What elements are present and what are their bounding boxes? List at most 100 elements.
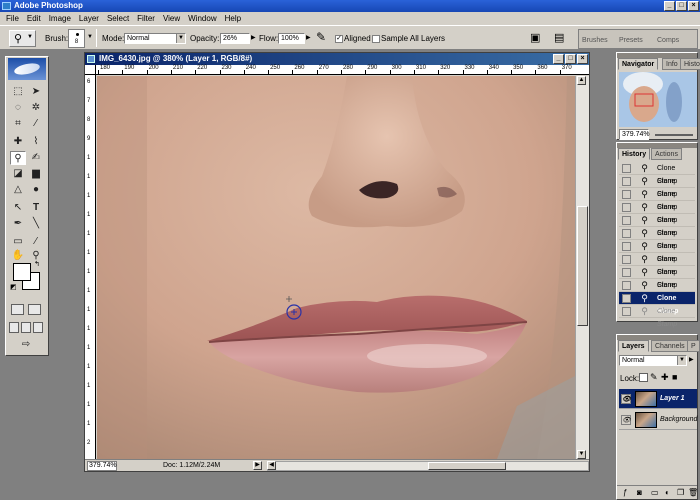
visibility-eye-icon[interactable]: 👁: [621, 415, 631, 425]
magic-wand-tool-icon[interactable]: ✲: [28, 101, 44, 115]
history-item[interactable]: ⚲Clone Stamp: [619, 253, 695, 276]
brush-dropdown-icon[interactable]: ▼: [87, 34, 93, 40]
dodge-tool-icon[interactable]: ●: [28, 183, 44, 197]
palette-well-tab-brushes[interactable]: Brushes: [582, 37, 608, 44]
healing-brush-tool-icon[interactable]: ✚: [10, 135, 26, 149]
hand-tool-icon[interactable]: ✋: [10, 249, 26, 263]
history-snapshot-checkbox[interactable]: [622, 255, 631, 264]
scroll-left-icon[interactable]: ◀: [267, 461, 276, 470]
tab-channels[interactable]: Channels: [651, 340, 689, 352]
adjustment-layer-icon[interactable]: ◐: [665, 488, 670, 497]
history-item[interactable]: ⚲Clone Stamp: [619, 162, 695, 185]
blend-mode-select[interactable]: Normal ▼: [619, 355, 687, 366]
history-item[interactable]: ⚲Clone Stamp: [619, 188, 695, 211]
scroll-up-icon[interactable]: ▲: [577, 76, 586, 85]
visibility-eye-icon[interactable]: 👁: [621, 394, 631, 404]
quick-mask-mode-icon[interactable]: [28, 304, 41, 315]
menu-edit[interactable]: Edit: [23, 12, 45, 25]
eraser-tool-icon[interactable]: ◪: [10, 167, 26, 181]
palette-well-tab-comps[interactable]: Comps: [657, 37, 679, 44]
tab-navigator[interactable]: Navigator: [618, 58, 659, 70]
layer-mask-icon[interactable]: ◙: [637, 488, 642, 497]
mode-select[interactable]: Normal ▼: [124, 33, 186, 44]
history-item[interactable]: ⚲Clone Stamp: [619, 201, 695, 224]
flow-field[interactable]: 100%: [278, 33, 305, 44]
foreground-color-swatch[interactable]: [13, 263, 31, 281]
opacity-slider-arrow-icon[interactable]: ▶: [251, 34, 256, 41]
tab-layers[interactable]: Layers: [618, 340, 649, 352]
brush-tool-icon[interactable]: ⌇: [28, 135, 44, 149]
navigator-slider[interactable]: [655, 134, 693, 136]
tab-paths[interactable]: P: [687, 340, 700, 352]
gradient-tool-icon[interactable]: ▆: [28, 167, 44, 181]
screen-mode-full-icon[interactable]: [33, 322, 43, 333]
marquee-tool-icon[interactable]: ⬚: [10, 85, 26, 99]
menu-filter[interactable]: Filter: [133, 12, 159, 25]
crop-tool-icon[interactable]: ⌗: [10, 117, 26, 131]
history-snapshot-checkbox[interactable]: [622, 190, 631, 199]
brush-picker[interactable]: 8: [68, 29, 85, 48]
horizontal-scrollbar[interactable]: [267, 461, 589, 471]
lock-all-icon[interactable]: ■: [672, 372, 677, 382]
panel-menu-arrow-icon[interactable]: ▶: [689, 356, 694, 363]
trash-icon[interactable]: 🗑: [688, 488, 698, 497]
history-item[interactable]: ⚲Clone Stamp: [619, 227, 695, 250]
opacity-field[interactable]: 26%: [220, 33, 250, 44]
document-minimize-button[interactable]: _: [553, 54, 564, 64]
menu-help[interactable]: Help: [221, 12, 245, 25]
menu-image[interactable]: Image: [45, 12, 75, 25]
airbrush-icon[interactable]: ✎: [316, 30, 326, 44]
palette-icon[interactable]: ▤: [554, 31, 564, 44]
minimize-button[interactable]: _: [664, 1, 675, 11]
sample-all-layers-checkbox[interactable]: [372, 35, 380, 43]
zoom-level-field[interactable]: 379.74%: [87, 461, 117, 471]
history-item[interactable]: ⚲Clone Stamp: [619, 292, 695, 315]
history-snapshot-checkbox[interactable]: [622, 294, 631, 303]
tool-preset-picker[interactable]: ⚲ ▼: [9, 30, 36, 47]
history-item[interactable]: ⚲Clone Stamp: [619, 175, 695, 198]
history-snapshot-checkbox[interactable]: [622, 203, 631, 212]
line-tool-icon[interactable]: ╲: [28, 217, 44, 231]
maximize-button[interactable]: □: [676, 1, 687, 11]
horizontal-scroll-thumb[interactable]: [428, 462, 506, 470]
ruler-origin[interactable]: [85, 65, 96, 75]
history-item[interactable]: ⚲Clone Stamp: [619, 305, 695, 328]
standard-mode-icon[interactable]: [11, 304, 24, 315]
lasso-tool-icon[interactable]: ◌: [10, 101, 26, 115]
slice-tool-icon[interactable]: ⁄: [28, 117, 44, 131]
jump-to-imageready-icon[interactable]: ⇨: [18, 338, 34, 352]
lock-position-icon[interactable]: ✚: [661, 372, 669, 383]
close-button[interactable]: ×: [688, 1, 699, 11]
menu-window[interactable]: Window: [184, 12, 220, 25]
history-snapshot-checkbox[interactable]: [622, 242, 631, 251]
history-snapshot-checkbox[interactable]: [622, 229, 631, 238]
blur-tool-icon[interactable]: △: [10, 183, 26, 197]
tab-actions[interactable]: Actions: [651, 148, 682, 160]
history-item[interactable]: ⚲Clone Stamp: [619, 240, 695, 263]
layer-row-background[interactable]: 👁 Background: [619, 410, 697, 430]
status-menu-arrow-icon[interactable]: ▶: [253, 461, 262, 470]
menu-layer[interactable]: Layer: [75, 12, 103, 25]
clone-stamp-tool-icon[interactable]: ⚲: [10, 151, 26, 165]
vertical-scrollbar[interactable]: ▲ ▼: [575, 76, 589, 459]
document-close-button[interactable]: ×: [577, 54, 588, 64]
lock-image-icon[interactable]: ✎: [650, 372, 658, 383]
history-snapshot-checkbox[interactable]: [622, 177, 631, 186]
eyedropper-tool-icon[interactable]: ⁄: [28, 235, 44, 249]
history-brush-tool-icon[interactable]: ✍: [28, 151, 44, 165]
tab-history[interactable]: History: [618, 148, 651, 160]
layer-row-layer-1[interactable]: 👁 Layer 1: [619, 389, 697, 409]
image-canvas[interactable]: [97, 76, 575, 459]
history-snapshot-checkbox[interactable]: [622, 281, 631, 290]
palette-well-tab-presets[interactable]: Presets: [619, 37, 643, 44]
vertical-scroll-thumb[interactable]: [577, 206, 588, 326]
history-snapshot-checkbox[interactable]: [622, 216, 631, 225]
flow-slider-arrow-icon[interactable]: ▶: [306, 34, 311, 41]
document-maximize-button[interactable]: □: [565, 54, 576, 64]
new-set-icon[interactable]: ▭: [651, 488, 659, 497]
move-tool-icon[interactable]: ➤: [28, 85, 44, 99]
navigator-zoom-field[interactable]: 379.74%: [619, 129, 650, 140]
type-tool-icon[interactable]: T: [28, 201, 44, 215]
screen-mode-full-menu-icon[interactable]: [21, 322, 31, 333]
tab-histogram[interactable]: Histo: [680, 58, 700, 70]
